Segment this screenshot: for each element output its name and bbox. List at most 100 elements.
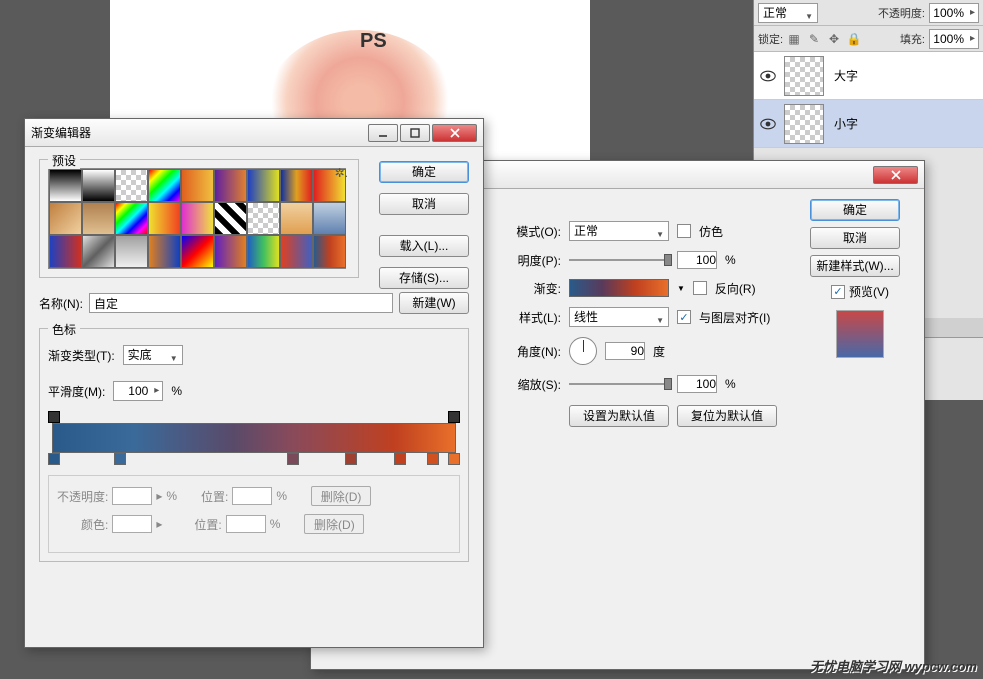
- reset-default-button[interactable]: 复位为默认值: [677, 405, 777, 427]
- gradient-swatch[interactable]: [280, 235, 313, 268]
- align-checkbox[interactable]: [677, 310, 691, 324]
- lock-transparency-icon[interactable]: ▦: [787, 32, 801, 46]
- stops-label: 色标: [48, 321, 80, 338]
- lock-position-icon[interactable]: ✥: [827, 32, 841, 46]
- gradient-swatch[interactable]: [181, 235, 214, 268]
- gradient-swatch[interactable]: [247, 169, 280, 202]
- percent-label: %: [725, 253, 736, 267]
- name-input[interactable]: [89, 293, 393, 313]
- gradient-swatch[interactable]: [181, 169, 214, 202]
- percent-label: %: [270, 517, 281, 531]
- smoothness-input[interactable]: 100: [113, 381, 163, 401]
- save-button[interactable]: 存储(S)...: [379, 267, 469, 289]
- layer-thumbnail[interactable]: [784, 56, 824, 96]
- eye-icon[interactable]: [758, 114, 778, 134]
- new-style-button[interactable]: 新建样式(W)...: [810, 255, 900, 277]
- ok-button[interactable]: 确定: [810, 199, 900, 221]
- dither-checkbox[interactable]: [677, 224, 691, 238]
- opacity-label: 明度(P):: [491, 252, 561, 269]
- gradient-swatch[interactable]: [313, 202, 346, 235]
- gradient-swatch[interactable]: [247, 235, 280, 268]
- gradient-swatch[interactable]: [82, 235, 115, 268]
- layer-item[interactable]: 小字: [754, 100, 983, 148]
- gradient-editor-titlebar[interactable]: 渐变编辑器: [25, 119, 483, 147]
- gradient-swatch[interactable]: [148, 202, 181, 235]
- maximize-icon[interactable]: [400, 124, 430, 142]
- load-button[interactable]: 载入(L)...: [379, 235, 469, 257]
- layers-lock-row: 锁定: ▦ ✎ ✥ 🔒 填充: 100%: [754, 26, 983, 52]
- stop-position-input: [232, 487, 272, 505]
- scale-input[interactable]: [677, 375, 717, 393]
- gradient-swatch[interactable]: [115, 235, 148, 268]
- color-stop[interactable]: [448, 453, 460, 465]
- new-button[interactable]: 新建(W): [399, 292, 469, 314]
- blend-mode-dropdown[interactable]: 正常: [758, 3, 818, 23]
- gradient-swatch[interactable]: [247, 202, 280, 235]
- gradient-swatch[interactable]: [313, 235, 346, 268]
- gradient-swatch[interactable]: [181, 202, 214, 235]
- stop-color-label: 颜色:: [81, 516, 108, 533]
- stop-color-swatch: [112, 515, 152, 533]
- gradient-swatch[interactable]: [82, 202, 115, 235]
- gradient-style-dropdown[interactable]: 线性: [569, 307, 669, 327]
- color-stop[interactable]: [394, 453, 406, 465]
- opacity-input[interactable]: 100%: [929, 3, 979, 23]
- opacity-value-input[interactable]: [677, 251, 717, 269]
- opacity-stop[interactable]: [48, 411, 60, 423]
- eye-icon[interactable]: [758, 66, 778, 86]
- name-label: 名称(N):: [39, 295, 83, 312]
- gradient-picker[interactable]: [569, 279, 669, 297]
- gradient-swatch[interactable]: [280, 202, 313, 235]
- close-icon[interactable]: [432, 124, 477, 142]
- gradient-swatch[interactable]: [148, 235, 181, 268]
- gradient-type-dropdown[interactable]: 实底: [123, 345, 183, 365]
- preset-grid: [48, 168, 346, 269]
- gradient-bar[interactable]: [48, 409, 460, 467]
- angle-wheel[interactable]: [569, 337, 597, 365]
- gear-icon[interactable]: ✲.: [335, 166, 348, 180]
- degree-label: 度: [653, 343, 665, 360]
- color-stop[interactable]: [427, 453, 439, 465]
- gradient-swatch[interactable]: [214, 169, 247, 202]
- lock-paint-icon[interactable]: ✎: [807, 32, 821, 46]
- color-stop[interactable]: [114, 453, 126, 465]
- layer-thumbnail[interactable]: [784, 104, 824, 144]
- minimize-icon[interactable]: [368, 124, 398, 142]
- layer-item[interactable]: 大字: [754, 52, 983, 100]
- ok-button[interactable]: 确定: [379, 161, 469, 183]
- gradient-swatch[interactable]: [115, 202, 148, 235]
- reverse-checkbox[interactable]: [693, 281, 707, 295]
- color-stop[interactable]: [345, 453, 357, 465]
- scale-label: 缩放(S):: [491, 376, 561, 393]
- fill-input[interactable]: 100%: [929, 29, 979, 49]
- gradient-swatch[interactable]: [49, 235, 82, 268]
- gradient-swatch[interactable]: [49, 169, 82, 202]
- set-default-button[interactable]: 设置为默认值: [569, 405, 669, 427]
- opacity-stop[interactable]: [448, 411, 460, 423]
- gradient-swatch[interactable]: [49, 202, 82, 235]
- gradient-swatch[interactable]: [148, 169, 181, 202]
- angle-input[interactable]: [605, 342, 645, 360]
- lock-all-icon[interactable]: 🔒: [847, 32, 861, 46]
- percent-label: %: [725, 377, 736, 391]
- cancel-button[interactable]: 取消: [379, 193, 469, 215]
- gradient-swatch[interactable]: [82, 169, 115, 202]
- gradient-editor-dialog: 渐变编辑器 确定 取消 载入(L)... 存储(S)... 预设 ✲.: [24, 118, 484, 648]
- reverse-label: 反向(R): [715, 280, 756, 297]
- color-stop[interactable]: [48, 453, 60, 465]
- gradient-swatch[interactable]: [214, 235, 247, 268]
- preview-checkbox[interactable]: [831, 285, 845, 299]
- blend-mode-dropdown[interactable]: 正常: [569, 221, 669, 241]
- opacity-slider[interactable]: [569, 259, 669, 261]
- scale-slider[interactable]: [569, 383, 669, 385]
- gradient-swatch[interactable]: [214, 202, 247, 235]
- gradient-swatch[interactable]: [280, 169, 313, 202]
- gradient-swatch[interactable]: [115, 169, 148, 202]
- cancel-button[interactable]: 取消: [810, 227, 900, 249]
- smoothness-label: 平滑度(M):: [48, 383, 105, 400]
- opacity-label: 不透明度:: [878, 5, 925, 21]
- gradient-editor-title: 渐变编辑器: [31, 124, 368, 141]
- color-stop[interactable]: [287, 453, 299, 465]
- close-icon[interactable]: [873, 166, 918, 184]
- layer-style-right-buttons: 确定 取消 新建样式(W)... 预览(V): [810, 199, 910, 358]
